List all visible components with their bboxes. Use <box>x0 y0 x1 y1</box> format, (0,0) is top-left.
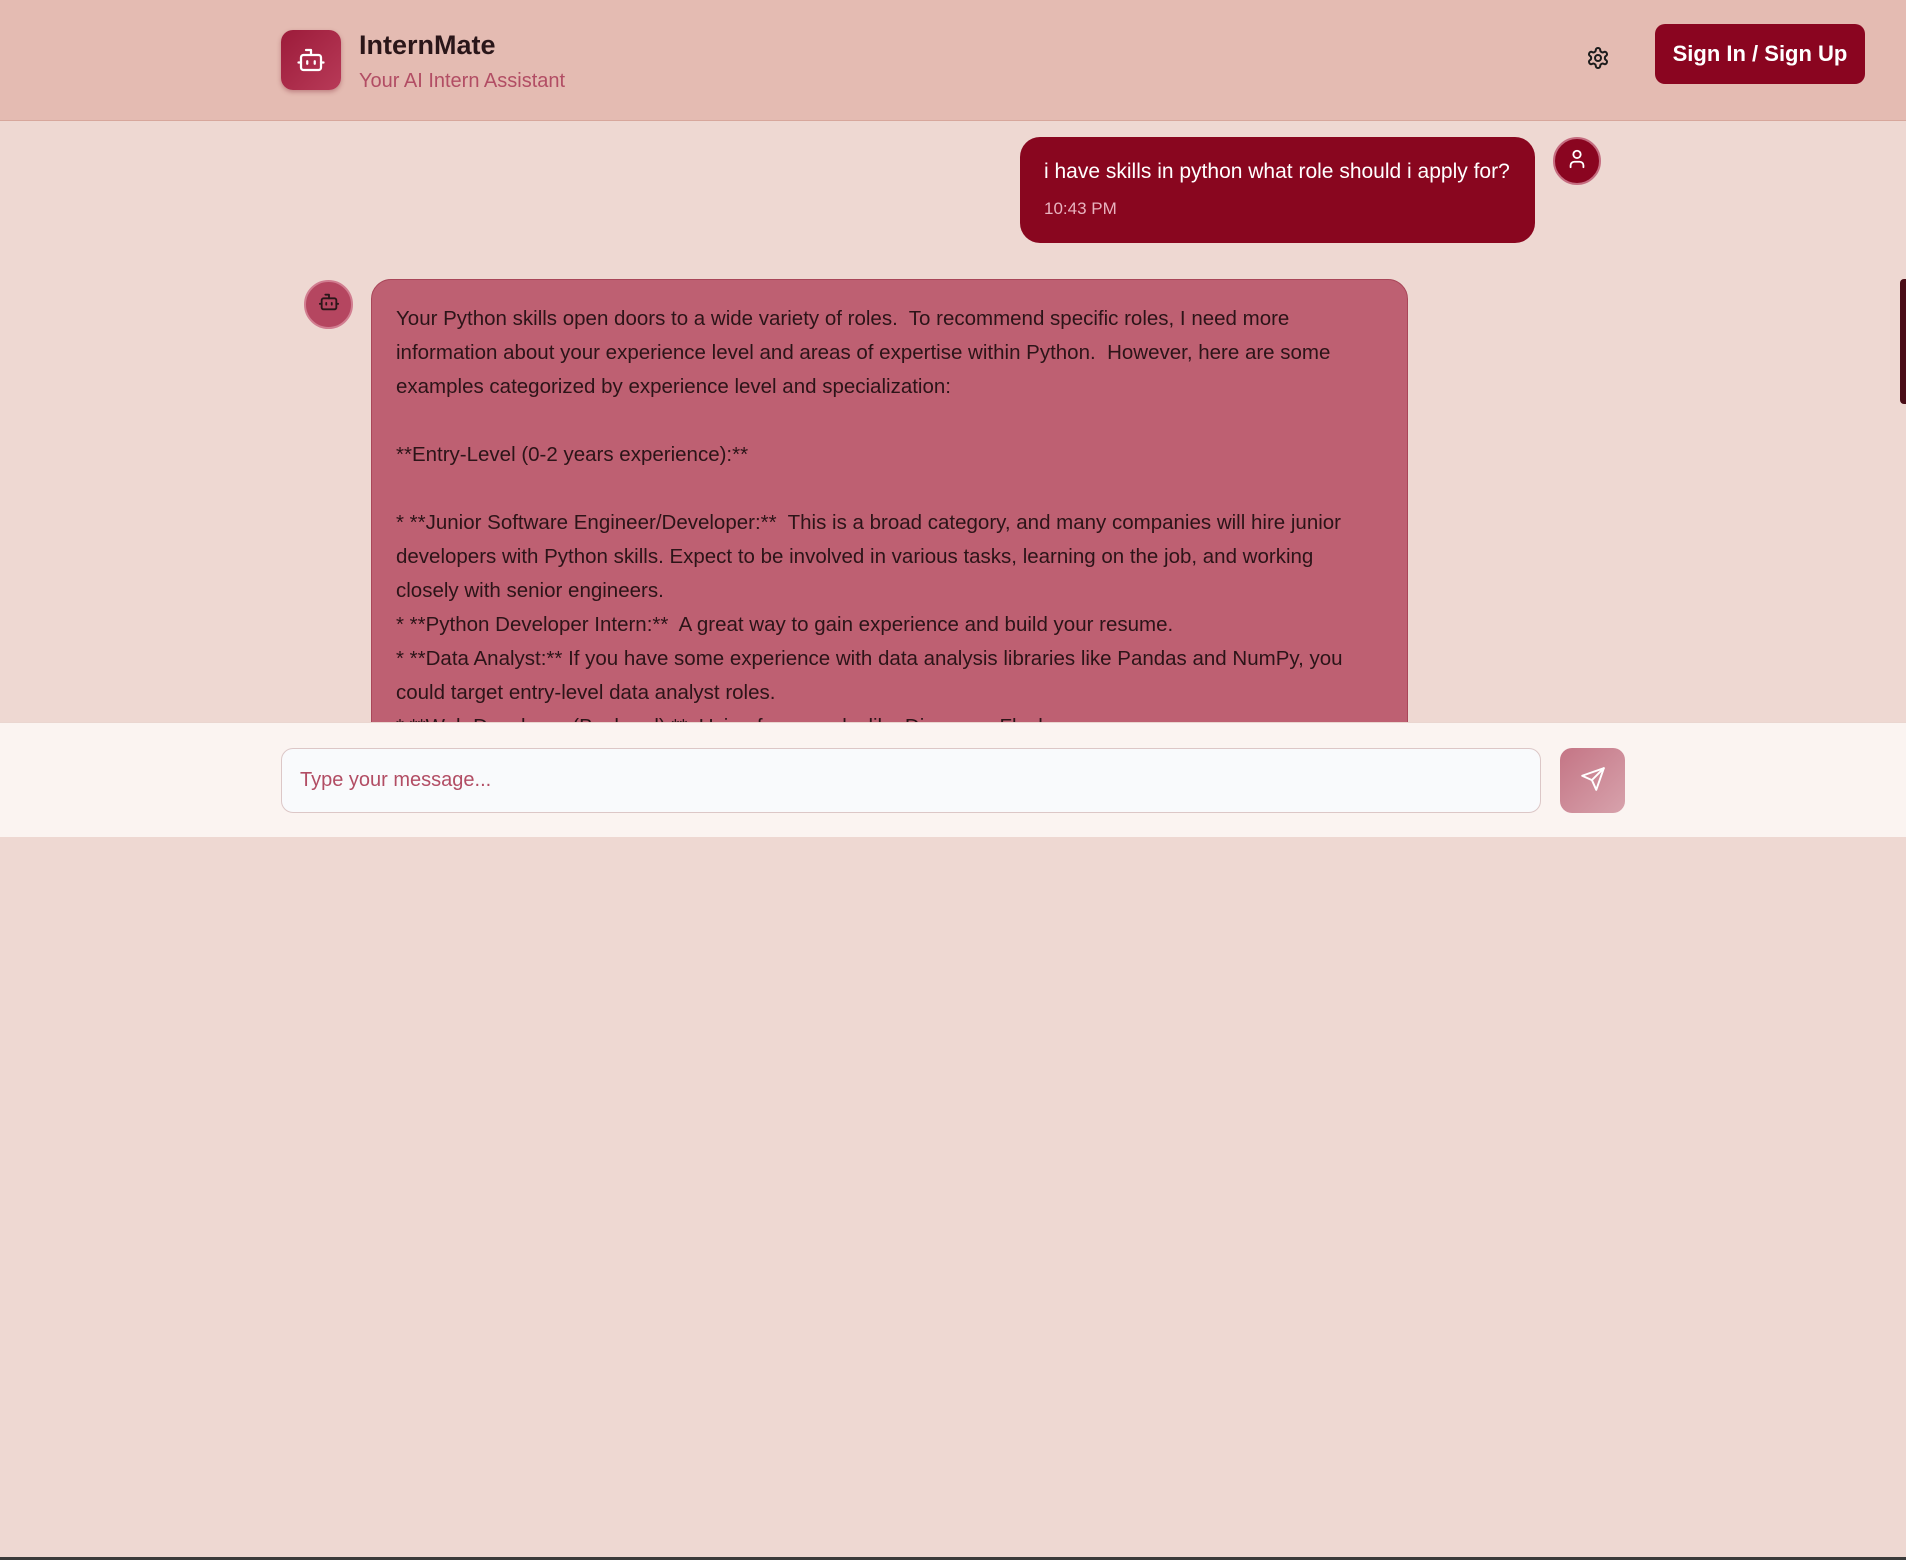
user-avatar <box>1553 137 1601 185</box>
bot-message-line <box>396 404 1383 438</box>
robot-icon <box>318 291 340 318</box>
send-icon <box>1580 766 1606 795</box>
app-header: InternMate Your AI Intern Assistant Sign… <box>0 0 1906 121</box>
sign-in-sign-up-button[interactable]: Sign In / Sign Up <box>1655 24 1865 84</box>
robot-logo-icon <box>281 30 341 90</box>
message-composer <box>0 722 1906 1560</box>
bot-message-line: * **Web Developer (Backend):** Using fra… <box>396 710 1383 722</box>
bot-message-line: closely with senior engineers. <box>396 579 664 602</box>
user-message-text: i have skills in python what role should… <box>1044 160 1510 183</box>
scrollbar-thumb[interactable] <box>1900 279 1906 404</box>
bot-message-line: could target entry-level data analyst ro… <box>396 681 776 704</box>
app-title: InternMate <box>359 30 496 60</box>
settings-button[interactable] <box>1584 46 1612 74</box>
send-button[interactable] <box>1560 748 1625 813</box>
message-input[interactable] <box>281 748 1541 813</box>
chat-messages-area[interactable]: i have skills in python what role should… <box>0 121 1906 722</box>
bot-message-line: * **Data Analyst:** If you have some exp… <box>396 647 1343 670</box>
bot-message-line: **Entry-Level (0-2 years experience):** <box>396 443 749 466</box>
bot-message-line: Your Python skills open doors to a wide … <box>396 307 1290 330</box>
bot-message-line: * **Python Developer Intern:** A great w… <box>396 613 1174 636</box>
bot-message-line <box>396 472 1383 506</box>
bot-message-line: information about your experience level … <box>396 341 1331 364</box>
user-icon <box>1566 148 1588 175</box>
gear-icon <box>1586 46 1610 75</box>
bot-message-line: examples categorized by experience level… <box>396 375 951 398</box>
bot-avatar <box>304 280 353 329</box>
bot-message-line: developers with Python skills. Expect to… <box>396 545 1314 568</box>
user-message-bubble: i have skills in python what role should… <box>1020 137 1535 243</box>
bot-message-bubble: Your Python skills open doors to a wide … <box>371 279 1408 722</box>
user-message-timestamp: 10:43 PM <box>1044 199 1117 218</box>
bot-message-line: * **Junior Software Engineer/Developer:*… <box>396 511 1342 534</box>
app-subtitle: Your AI Intern Assistant <box>359 70 566 92</box>
